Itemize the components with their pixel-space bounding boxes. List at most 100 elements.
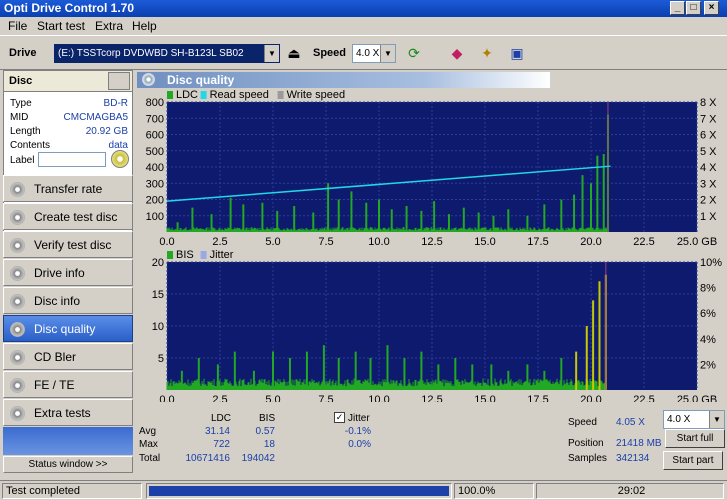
disc-icon: [10, 182, 25, 197]
test-speed-value: 4.0 X: [667, 414, 691, 425]
disc-mid-value: CMCMAGBA5: [63, 112, 128, 123]
left-panel: Disc Type BD-R MID CMCMAGBA5 Length 20.9…: [3, 70, 133, 475]
bis-chart: BIS Jitter 0.0 2.5 5.0 7.5 10.0 12.5 15.0 17.5 20…: [152, 250, 722, 402]
x-tick-label: 7.5: [318, 394, 333, 402]
drive-select[interactable]: (E:) TSSTcorp DVDWBD SH-B123L SB02 ▼: [54, 44, 280, 63]
nav-label: Disc info: [34, 294, 81, 308]
menu-file[interactable]: File: [8, 19, 27, 33]
nav-label: Extra tests: [34, 406, 91, 420]
status-text: Test completed: [2, 483, 142, 499]
disc-header-button[interactable]: [108, 72, 130, 90]
nav-disc-info[interactable]: Disc info: [3, 287, 133, 314]
disc-header-title: Disc: [9, 75, 33, 87]
disc-label-icon[interactable]: [111, 150, 129, 168]
disc-icon: [10, 322, 25, 337]
chevron-down-icon[interactable]: ▼: [709, 411, 724, 428]
chevron-down-icon[interactable]: ▼: [264, 45, 279, 62]
samples-label: Samples: [568, 453, 607, 464]
x-tick-label: 22.5: [633, 236, 654, 248]
legend-label: Read speed: [210, 89, 269, 101]
stats-total-ldc: 10671416: [185, 453, 231, 464]
progress-bar: [146, 483, 452, 499]
jitter-checkbox[interactable]: ✓: [334, 412, 345, 423]
stats-avg-label: Avg: [139, 426, 157, 437]
disc-quality-header: Disc quality: [137, 72, 550, 88]
y-tick-label: 600: [146, 130, 164, 142]
disc-type-value: BD-R: [103, 98, 128, 109]
disc-icon: [10, 294, 25, 309]
eject-icon[interactable]: ⏏: [283, 42, 305, 64]
y-tick-label: 20: [152, 257, 164, 269]
x-tick-label: 10.0: [368, 394, 389, 402]
chevron-down-icon[interactable]: ▼: [380, 45, 395, 62]
stats-avg-jitter: -0.1%: [344, 426, 371, 437]
minimize-button[interactable]: _: [670, 1, 685, 15]
y2-tick-label: 4 X: [700, 162, 717, 174]
x-tick-label: 12.5: [421, 394, 442, 402]
x-tick-label: 15.0: [474, 236, 495, 248]
legend-swatch: [167, 91, 173, 99]
menu-start-test[interactable]: Start test: [37, 19, 85, 33]
nav-transfer-rate[interactable]: Transfer rate: [3, 175, 133, 202]
menu-help[interactable]: Help: [132, 19, 157, 33]
status-window-button[interactable]: Status window >>: [3, 456, 133, 473]
speed-stat-value: 4.05 X: [616, 417, 645, 428]
nav-drive-info[interactable]: Drive info: [3, 259, 133, 286]
disc-quality-title: Disc quality: [167, 73, 235, 87]
stats-total-bis: 194042: [241, 453, 275, 464]
stats-max-jitter: 0.0%: [348, 439, 371, 450]
y-tick-label: 200: [146, 195, 164, 207]
legend-label: Write speed: [287, 89, 346, 101]
maximize-button[interactable]: □: [686, 1, 701, 15]
test-speed-select[interactable]: 4.0 X ▼: [663, 410, 725, 429]
start-full-button[interactable]: Start full: [665, 429, 725, 448]
save-icon[interactable]: ▣: [506, 42, 528, 64]
legend-swatch: [200, 251, 207, 259]
disc-icon: [10, 210, 25, 225]
disc-icon: [10, 266, 25, 281]
refresh-icon[interactable]: ⟳: [403, 42, 425, 64]
disc-type-key: Type: [10, 98, 32, 109]
nav-filler: [3, 427, 133, 455]
drive-select-value: (E:) TSSTcorp DVDWBD SH-B123L SB02: [58, 48, 244, 59]
close-button[interactable]: ×: [704, 1, 719, 15]
menu-extra[interactable]: Extra: [95, 19, 123, 33]
menu-bar: File Start test Extra Help: [0, 17, 727, 35]
y2-tick-label: 5 X: [700, 146, 717, 158]
disc-icon: [10, 350, 25, 365]
ldc-legend: LDC Read speed Write speed: [167, 89, 345, 101]
y-tick-label: 800: [146, 97, 164, 109]
y-tick-label: 700: [146, 113, 164, 125]
y2-tick-label: 7 X: [700, 113, 717, 125]
x-tick-label: 25.0 GB: [677, 236, 717, 248]
erase-icon[interactable]: ◆: [446, 42, 468, 64]
stats-col-bis: BIS: [259, 413, 276, 424]
stats-max-ldc: 722: [213, 439, 230, 450]
speed-label: Speed: [313, 47, 347, 59]
stats-max-label: Max: [139, 439, 158, 450]
y-tick-label: 10: [152, 321, 164, 333]
stats-avg-ldc: 31.14: [204, 426, 230, 437]
y2-tick-label: 1 X: [700, 211, 717, 223]
start-part-button[interactable]: Start part: [663, 451, 723, 470]
nav-verify-test-disc[interactable]: Verify test disc: [3, 231, 133, 258]
x-tick-label: 17.5: [527, 394, 548, 402]
nav-label: Transfer rate: [34, 182, 103, 196]
nav-label: CD Bler: [34, 350, 77, 364]
legend-swatch: [167, 251, 173, 259]
speed-select[interactable]: 4.0 X ▼: [352, 44, 396, 63]
toolbar: Drive (E:) TSSTcorp DVDWBD SH-B123L SB02…: [0, 35, 727, 70]
position-label: Position: [568, 438, 604, 449]
nav-fe-te[interactable]: FE / TE: [3, 371, 133, 398]
y2-tick-label: 6%: [700, 308, 716, 320]
nav-disc-quality[interactable]: Disc quality: [3, 315, 133, 342]
x-tick-label: 2.5: [212, 394, 227, 402]
nav-label: Verify test disc: [34, 238, 112, 252]
disc-label-input[interactable]: [38, 152, 106, 167]
settings-icon[interactable]: ✦: [476, 42, 498, 64]
nav-create-test-disc[interactable]: Create test disc: [3, 203, 133, 230]
nav-cd-bler[interactable]: CD Bler: [3, 343, 133, 370]
nav-extra-tests[interactable]: Extra tests: [3, 399, 133, 426]
position-value: 21418 MB: [616, 438, 662, 449]
window-title: Opti Drive Control 1.70: [4, 1, 135, 15]
